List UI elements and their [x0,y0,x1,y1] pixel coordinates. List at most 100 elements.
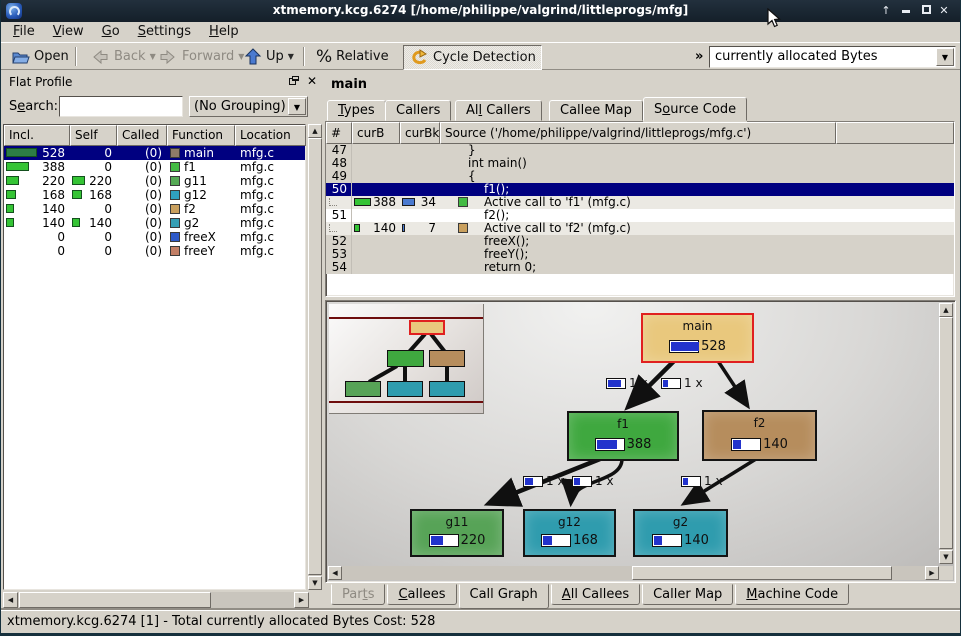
column-header-location[interactable]: Location [235,125,306,146]
graph-hscrollbar[interactable]: ◀ ▶ [328,566,939,580]
scrollbar-corner [939,566,953,580]
chevron-down-icon[interactable]: ▼ [936,48,954,66]
flat-profile-row-f1[interactable]: 3880(0)f1mfg.c [4,160,305,174]
source-header: #curBcurBkSource ('/home/philippe/valgri… [326,122,954,144]
source-column-header[interactable]: Source ('/home/philippe/valgrind/littlep… [440,122,836,144]
tab-all-callers[interactable]: All Callers [455,100,542,121]
column-header-called[interactable]: Called [117,125,167,146]
graph-node-f1[interactable]: f1388 [567,411,679,461]
tab-all-callees[interactable]: All Callees [551,584,640,605]
scroll-down-icon[interactable]: ▼ [939,550,953,564]
menu-help[interactable]: Help [201,22,247,41]
open-button[interactable]: Open [7,45,74,68]
source-line-54[interactable]: 54return 0; [326,261,954,274]
call-graph-overview[interactable] [329,304,484,414]
close-button[interactable]: ✕ [936,2,952,19]
curb-bar [354,198,371,206]
scroll-down-icon[interactable]: ▼ [308,576,322,590]
flat-profile-row-main[interactable]: 5280(0)mainmfg.c [4,146,305,160]
tab-source-code[interactable]: Source Code [643,97,747,121]
scrollbar-thumb[interactable] [939,317,953,549]
menu-settings[interactable]: Settings [130,22,199,41]
source-column-header[interactable]: curB [352,122,400,144]
scroll-left-icon[interactable]: ◀ [3,592,18,608]
column-header-function[interactable]: Function [167,125,235,146]
minimize-button[interactable] [898,2,914,19]
function-type-icon [170,176,180,186]
menu-file[interactable]: File [5,22,43,41]
graph-node-g12[interactable]: g12168 [523,509,616,557]
edge-label: 1 x [606,376,648,390]
source-column-header[interactable]: curBk [400,122,440,144]
menu-go[interactable]: Go [94,22,128,41]
curbk-bar [402,198,415,206]
cost-bar [652,534,682,547]
scroll-left-icon[interactable]: ◀ [328,566,342,580]
source-line-48[interactable]: 48int main() [326,157,954,170]
scroll-right-icon[interactable]: ▶ [294,592,309,608]
scrollbar-thumb[interactable] [308,138,322,575]
flat-profile-row-f2[interactable]: 1400(0)f2mfg.c [4,202,305,216]
toolbar-overflow-chevron[interactable]: » [695,49,703,64]
tab-callers[interactable]: Callers [385,100,451,121]
dock-float-icon[interactable] [289,76,299,86]
cycle-detection-button[interactable]: Cycle Detection [403,45,542,70]
column-header-self[interactable]: Self [70,125,117,146]
flat-profile-row-g2[interactable]: 140140(0)g2mfg.c [4,216,305,230]
dock-close-icon[interactable]: ✕ [307,74,317,88]
dock-header[interactable]: Flat Profile ✕ [3,72,321,92]
edge-label: 1 x [681,474,723,488]
scroll-right-icon[interactable]: ▶ [925,566,939,580]
cost-bar [541,534,571,547]
edge-cost-bar [606,378,626,389]
edge-label: 1 x [572,474,614,488]
flat-profile-vscrollbar[interactable]: ▲ ▼ [308,124,322,590]
curb-bar [354,224,360,232]
tab-machine-code[interactable]: Machine Code [735,584,849,605]
edge-label: 1 x [661,376,703,390]
source-line-47[interactable]: 47} [326,144,954,157]
search-input[interactable] [59,96,183,117]
graph-node-f2[interactable]: f2140 [702,410,817,461]
scrollbar-thumb[interactable] [632,566,892,580]
titlebar[interactable]: xtmemory.kcg.6274 [/home/philippe/valgri… [1,0,960,22]
scroll-up-icon[interactable]: ▲ [939,303,953,317]
tab-callees[interactable]: Callees [387,584,456,605]
source-line-49[interactable]: 49{ [326,170,954,183]
maximize-button[interactable] [918,2,934,19]
source-line-53[interactable]: 53freeY(); [326,248,954,261]
menu-view[interactable]: View [45,22,92,41]
source-call-row[interactable]: 1407Active call to 'f2' (mfg.c) [326,222,954,235]
tab-callee-map[interactable]: Callee Map [549,100,643,121]
grouping-combobox[interactable]: (No Grouping) ▼ [189,96,308,117]
flat-profile-row-g11[interactable]: 220220(0)g11mfg.c [4,174,305,188]
flat-profile-hscrollbar[interactable]: ◀ ▶ [3,592,309,608]
flat-profile-row-freeY[interactable]: 00(0)freeYmfg.c [4,244,305,258]
event-type-combobox[interactable]: currently allocated Bytes ▼ [709,46,956,68]
graph-vscrollbar[interactable]: ▲ ▼ [939,303,953,564]
shade-button[interactable]: ↑ [878,2,894,19]
graph-node-g2[interactable]: g2140 [633,509,728,557]
source-line-52[interactable]: 52freeX(); [326,235,954,248]
tab-call-graph[interactable]: Call Graph [459,584,549,609]
source-line-51[interactable]: 51f2(); [326,209,954,222]
graph-node-g11[interactable]: g11220 [410,509,504,557]
flat-profile-row-freeX[interactable]: 00(0)freeXmfg.c [4,230,305,244]
relative-button[interactable]: % Relative [311,45,394,68]
tab-caller-map[interactable]: Caller Map [642,584,733,605]
column-header-incl[interactable]: Incl. [4,125,70,146]
scroll-up-icon[interactable]: ▲ [308,124,322,138]
source-column-header[interactable]: # [326,122,352,144]
up-dropdown-icon[interactable]: ▼ [288,52,294,61]
flat-profile-row-g12[interactable]: 168168(0)g12mfg.c [4,188,305,202]
up-button[interactable]: Up ▼ [239,45,299,68]
source-call-row[interactable]: 38834Active call to 'f1' (mfg.c) [326,196,954,209]
forward-button[interactable]: Forward ▼ [153,45,249,68]
tab-types[interactable]: Types [327,100,386,121]
back-button[interactable]: Back ▼ [85,45,161,68]
tab-parts[interactable]: Parts [331,584,385,605]
graph-node-main[interactable]: main528 [641,313,754,363]
chevron-down-icon[interactable]: ▼ [288,98,306,115]
call-graph-view[interactable]: main528 f1388 f2140 g11220 g12168 g2140 1 x 1 … [325,300,956,583]
scrollbar-thumb[interactable] [19,592,211,608]
